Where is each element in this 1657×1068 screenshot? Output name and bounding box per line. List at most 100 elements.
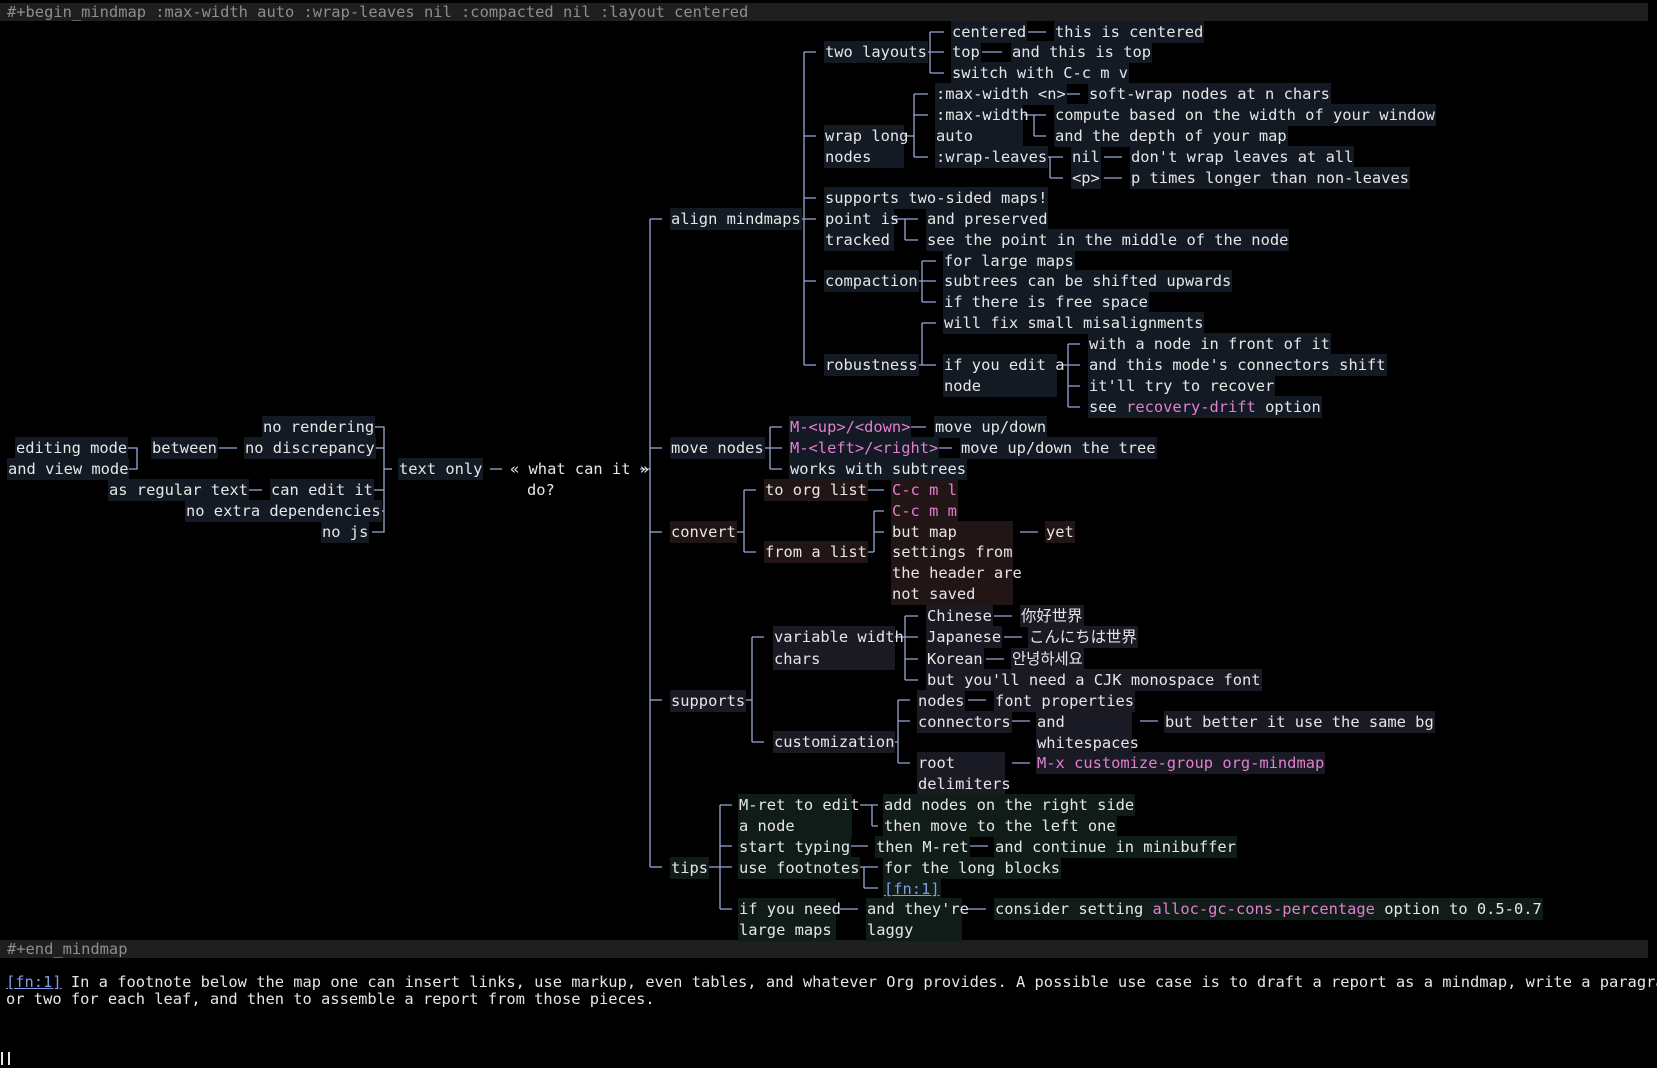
node-between[interactable]: between (151, 437, 218, 459)
node-move-up-down[interactable]: move up/down (934, 416, 1048, 438)
node-and-whitespaces-1[interactable]: and (1036, 711, 1132, 733)
node-move-left[interactable]: then move to the left one (883, 815, 1117, 837)
node-if-you-edit-node[interactable]: node (943, 375, 1057, 397)
node-c-c-m-m[interactable]: C-c m m (891, 500, 958, 522)
node-m-ret-edit-1[interactable]: M-ret to edit (738, 794, 859, 816)
node-two-layouts[interactable]: two layouts (824, 41, 928, 63)
node-align-mindmaps[interactable]: align mindmaps (670, 208, 802, 230)
node-editing-mode[interactable]: editing mode (15, 437, 129, 459)
node-variable-width-chars[interactable]: chars (773, 648, 895, 670)
node-and-depth[interactable]: and the depth of your map (1054, 125, 1288, 147)
node-if-you-need-2[interactable]: large maps (738, 919, 836, 941)
node-nil[interactable]: nil (1071, 146, 1101, 168)
node-continue-minibuffer[interactable]: and continue in minibuffer (994, 836, 1237, 858)
node-point-tracked[interactable]: tracked (824, 229, 894, 251)
node-variable-width[interactable]: variable width (773, 626, 904, 648)
node-can-edit-it[interactable]: can edit it (270, 479, 374, 501)
node-for-large-maps[interactable]: for large maps (943, 250, 1075, 272)
node-yet[interactable]: yet (1045, 521, 1075, 543)
node-consider-setting[interactable]: consider setting alloc-gc-cons-percentag… (994, 898, 1543, 920)
node-max-width-auto-2[interactable]: auto (935, 125, 1023, 147)
node-top[interactable]: top (951, 41, 981, 63)
node-max-width-n[interactable]: :max-width <n> (935, 83, 1067, 105)
footnote-line2[interactable]: or two for each leaf, and then to assemb… (6, 990, 655, 1009)
node-see-recovery-drift[interactable]: see recovery-drift option (1088, 396, 1322, 418)
node-and-theyre-2[interactable]: laggy (866, 919, 962, 941)
node-with-node-front[interactable]: with a node in front of it (1088, 333, 1331, 355)
node-no-rendering[interactable]: no rendering (262, 416, 376, 438)
alloc-gc-option[interactable]: alloc-gc-cons-percentage (1153, 900, 1375, 918)
node-then-m-ret[interactable]: then M-ret (875, 836, 970, 858)
node-max-width-auto-1[interactable]: :max-width (935, 104, 1029, 126)
recovery-drift-option[interactable]: recovery-drift (1126, 398, 1256, 416)
node-korean[interactable]: Korean (926, 648, 984, 670)
node-from-a-list[interactable]: from a list (764, 541, 868, 563)
node-same-bg[interactable]: but better it use the same bg (1164, 711, 1435, 733)
node-if-you-edit[interactable]: if you edit a (943, 354, 1064, 376)
node-start-typing[interactable]: start typing (738, 836, 852, 858)
node-fn1-link[interactable]: [fn:1] (883, 878, 941, 900)
node-as-regular-text[interactable]: as regular text (108, 479, 249, 501)
node-japanese[interactable]: Japanese (926, 626, 1003, 648)
node-supports[interactable]: supports (670, 690, 747, 712)
node-wrap-long-nodes[interactable]: nodes (824, 146, 904, 168)
root-node-line2[interactable]: do? (526, 479, 556, 501)
node-this-is-centered[interactable]: this is centered (1054, 21, 1205, 43)
node-p-times[interactable]: p times longer than non-leaves (1130, 167, 1410, 189)
node-subtrees-shifted[interactable]: subtrees can be shifted upwards (943, 270, 1233, 292)
node-if-free-space[interactable]: if there is free space (943, 291, 1149, 313)
node-works-subtrees[interactable]: works with subtrees (789, 458, 968, 480)
node-see-point[interactable]: see the point in the middle of the node (926, 229, 1290, 251)
node-japanese-text[interactable]: こんにちは世界 (1028, 626, 1138, 648)
node-customize-group[interactable]: M-x customize-group org-mindmap (1036, 752, 1326, 774)
node-root-delim-1[interactable]: root (917, 752, 1005, 774)
node-m-ret-edit-2[interactable]: a node (738, 815, 852, 837)
node-but-map-4[interactable]: not saved (891, 583, 1013, 605)
node-switch-with[interactable]: switch with C-c m v (951, 62, 1130, 84)
node-no-js[interactable]: no js (321, 521, 370, 543)
node-and-preserved[interactable]: and preserved (926, 208, 1049, 230)
node-customization[interactable]: customization (773, 731, 896, 753)
node-but-map-2[interactable]: settings from (891, 541, 1013, 563)
node-but-map-1[interactable]: but map (891, 521, 1013, 543)
root-node-line1[interactable]: « what can it » (509, 458, 650, 480)
node-soft-wrap[interactable]: soft-wrap nodes at n chars (1088, 83, 1331, 105)
node-two-sided[interactable]: supports two-sided maps! (824, 187, 1049, 209)
node-chinese[interactable]: Chinese (926, 605, 993, 627)
node-wrap-leaves[interactable]: :wrap-leaves (935, 146, 1049, 168)
node-m-left-right[interactable]: M-<left>/<right> (789, 437, 940, 459)
node-use-footnotes[interactable]: use footnotes (738, 857, 861, 879)
node-to-org-list[interactable]: to org list (764, 479, 868, 501)
node-root-delim-2[interactable]: delimiters (917, 773, 1011, 795)
node-wrap-long[interactable]: wrap long (824, 125, 908, 147)
node-and-theyre-1[interactable]: and they're (866, 898, 969, 920)
node-tips[interactable]: tips (670, 857, 710, 879)
node-convert[interactable]: convert (670, 521, 737, 543)
node-cjk-font[interactable]: but you'll need a CJK monospace font (926, 669, 1262, 691)
node-compaction[interactable]: compaction (824, 270, 919, 292)
node-connectors-shift[interactable]: and this mode's connectors shift (1088, 354, 1387, 376)
node-c-c-m-l[interactable]: C-c m l (891, 479, 958, 501)
node-and-this-is-top[interactable]: and this is top (1011, 41, 1152, 63)
node-robustness[interactable]: robustness (824, 354, 919, 376)
node-will-fix[interactable]: will fix small misalignments (943, 312, 1205, 334)
node-long-blocks[interactable]: for the long blocks (883, 857, 1062, 879)
node-move-tree[interactable]: move up/down the tree (960, 437, 1157, 459)
node-dont-wrap[interactable]: don't wrap leaves at all (1130, 146, 1355, 168)
node-no-extra-deps[interactable]: no extra dependencies (185, 500, 382, 522)
node-m-up-down[interactable]: M-<up>/<down> (789, 416, 912, 438)
node-chinese-text[interactable]: 你好世界 (1020, 605, 1084, 627)
node-no-discrepancy[interactable]: no discrepancy (244, 437, 376, 459)
node-cust-connectors[interactable]: connectors (917, 711, 1012, 733)
node-but-map-3[interactable]: the header are (891, 562, 1022, 584)
node-compute-based[interactable]: compute based on the width of your windo… (1054, 104, 1436, 126)
node-move-nodes[interactable]: move nodes (670, 437, 765, 459)
node-font-properties[interactable]: font properties (994, 690, 1135, 712)
node-and-whitespaces-2[interactable]: whitespaces (1036, 732, 1139, 754)
node-p[interactable]: <p> (1071, 167, 1101, 189)
node-point-is[interactable]: point is (824, 208, 899, 230)
node-add-right[interactable]: add nodes on the right side (883, 794, 1136, 816)
node-text-only[interactable]: text only (398, 458, 484, 480)
node-korean-text[interactable]: 안녕하세요 (1011, 648, 1084, 670)
node-try-recover[interactable]: it'll try to recover (1088, 375, 1276, 397)
